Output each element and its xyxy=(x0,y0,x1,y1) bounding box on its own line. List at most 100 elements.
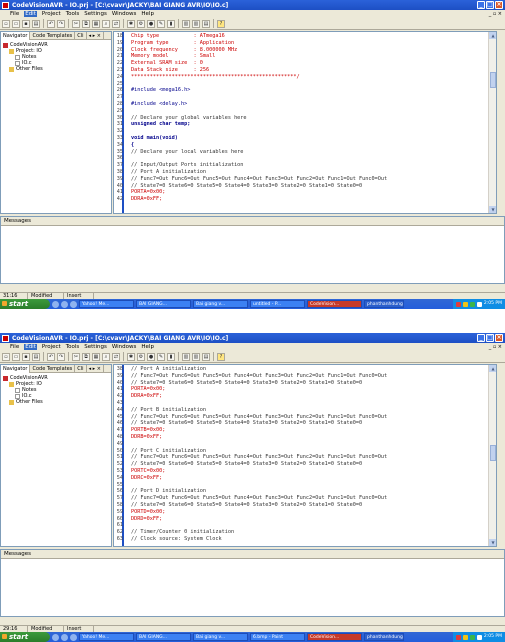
save-icon[interactable]: ▪ xyxy=(22,352,30,361)
find-icon[interactable]: ⌕ xyxy=(102,352,110,361)
code-wizard-icon[interactable]: ▮ xyxy=(167,352,175,361)
new-file-icon[interactable]: ▫ xyxy=(2,19,10,28)
task-yahoo[interactable]: Yahoo! Me... xyxy=(79,300,134,308)
code-text[interactable] xyxy=(124,400,131,407)
help-icon[interactable]: ? xyxy=(217,19,225,28)
task-doc[interactable]: Bai giang v... xyxy=(193,633,248,641)
code-text[interactable]: // Declare your local variables here xyxy=(124,149,243,156)
task-codevision[interactable]: CodeVision... xyxy=(307,300,362,308)
redo-icon[interactable]: ↷ xyxy=(57,19,65,28)
code-line[interactable]: 51// Func7=Out Func6=Out Func5=Out Func4… xyxy=(114,454,488,461)
code-line[interactable]: 33 void main(void) xyxy=(114,135,488,142)
code-wizard-icon[interactable]: ▮ xyxy=(167,19,175,28)
code-line[interactable]: 19 Program type : Application xyxy=(114,40,488,47)
compile-icon[interactable]: ✱ xyxy=(127,352,135,361)
task-codevision[interactable]: CodeVision... xyxy=(307,633,362,641)
code-text[interactable]: // Port A initialization xyxy=(124,169,206,176)
code-line[interactable]: 26 #include <mega16.h> xyxy=(114,87,488,94)
menu-file[interactable]: File xyxy=(10,11,19,17)
tab-clipboard[interactable]: Cli xyxy=(75,364,87,373)
code-line[interactable]: 60 DDRD=0xFF; xyxy=(114,516,488,523)
code-line[interactable]: 38// Port A initialization xyxy=(114,169,488,176)
code-line[interactable]: 50// Port C initialization xyxy=(114,448,488,455)
code-line[interactable]: 40// State7=0 State6=0 State5=0 State4=0… xyxy=(114,380,488,387)
code-line[interactable]: 47 PORTB=0x00; xyxy=(114,427,488,434)
code-text[interactable]: DDRA=0xFF; xyxy=(124,393,162,400)
tree-item-other-files[interactable]: Other Files xyxy=(3,399,109,405)
code-text[interactable]: // Clock source: System Clock xyxy=(124,536,222,543)
undo-icon[interactable]: ↶ xyxy=(47,352,55,361)
code-editor[interactable]: 18 Chip type : ATmega16 19 Program type : A… xyxy=(113,31,497,214)
close-button[interactable]: × xyxy=(495,334,503,342)
code-text[interactable]: ****************************************… xyxy=(124,74,300,81)
code-text[interactable] xyxy=(124,441,131,448)
code-text[interactable]: // Input/Output Ports initialization xyxy=(124,162,243,169)
task-user[interactable]: phanthanhdung xyxy=(364,300,404,308)
code-text[interactable]: // Func7=Out Func6=Out Func5=Out Func4=O… xyxy=(124,495,387,502)
code-text[interactable] xyxy=(124,155,131,162)
code-line[interactable]: 35// Declare your local variables here xyxy=(114,149,488,156)
code-line[interactable]: 49 xyxy=(114,441,488,448)
chip-programmer-icon[interactable]: ● xyxy=(147,19,155,28)
code-line[interactable]: 39// Func7=Out Func6=Out Func5=Out Func4… xyxy=(114,176,488,183)
redo-icon[interactable]: ↷ xyxy=(57,352,65,361)
minimize-button[interactable]: _ xyxy=(477,1,485,9)
menu-help[interactable]: Help xyxy=(141,344,154,350)
copy-icon[interactable]: ⧉ xyxy=(82,19,90,28)
copy-icon[interactable]: ⧉ xyxy=(82,352,90,361)
code-text[interactable]: #include <mega16.h> xyxy=(124,87,190,94)
menu-project[interactable]: Project xyxy=(42,344,61,350)
volume-icon[interactable] xyxy=(476,301,482,307)
code-text[interactable]: PORTB=0x00; xyxy=(124,427,165,434)
new-file-icon[interactable]: ▫ xyxy=(2,352,10,361)
code-text[interactable] xyxy=(124,81,131,88)
scroll-down-icon[interactable]: ▼ xyxy=(489,206,496,213)
media-icon[interactable] xyxy=(70,633,77,641)
vertical-scrollbar[interactable]: ▲ ▼ xyxy=(488,365,496,546)
code-line[interactable]: 42 DDRA=0xFF; xyxy=(114,196,488,203)
debugger-icon[interactable]: ✎ xyxy=(157,352,165,361)
code-text[interactable]: PORTA=0x00; xyxy=(124,386,165,393)
tile-icon[interactable]: ▥ xyxy=(192,19,200,28)
code-text[interactable]: // Declare your global variables here xyxy=(124,115,247,122)
code-line[interactable]: 37// Input/Output Ports initialization xyxy=(114,162,488,169)
code-line[interactable]: 45// Func7=Out Func6=Out Func5=Out Func4… xyxy=(114,414,488,421)
tab-clipboard[interactable]: Cli xyxy=(75,31,87,40)
terminal-icon[interactable]: ▥ xyxy=(182,352,190,361)
code-text[interactable]: Data Stack size : 256 xyxy=(124,67,209,74)
print-icon[interactable]: ▤ xyxy=(32,352,40,361)
code-line[interactable]: 32 xyxy=(114,128,488,135)
code-text[interactable]: // State7=0 State6=0 State5=0 State4=0 S… xyxy=(124,502,362,509)
code-text[interactable]: PORTA=0x00; xyxy=(124,189,165,196)
scroll-up-icon[interactable]: ▲ xyxy=(489,365,496,372)
start-button[interactable]: start xyxy=(0,632,50,642)
tray-icon[interactable] xyxy=(462,301,468,307)
tray-icon[interactable] xyxy=(469,301,475,307)
task-doc[interactable]: Bai giang v... xyxy=(193,300,248,308)
undo-icon[interactable]: ↶ xyxy=(47,19,55,28)
code-text[interactable]: PORTC=0x00; xyxy=(124,468,165,475)
mdi-controls[interactable]: _ ▫ × xyxy=(489,344,502,350)
code-text[interactable]: // Port B initialization xyxy=(124,407,206,414)
open-file-icon[interactable]: ▭ xyxy=(12,352,20,361)
code-line[interactable]: 52// State7=0 State6=0 State5=0 State4=0… xyxy=(114,461,488,468)
code-line[interactable]: 29 xyxy=(114,108,488,115)
menu-help[interactable]: Help xyxy=(141,11,154,17)
tray-icon[interactable] xyxy=(469,634,475,640)
code-text[interactable]: // State7=0 State6=0 State5=0 State4=0 S… xyxy=(124,380,362,387)
tab-scroll-arrows[interactable]: ◂ ▸ × xyxy=(87,364,104,373)
code-line[interactable]: 41 PORTA=0x00; xyxy=(114,189,488,196)
code-text[interactable]: { xyxy=(124,142,134,149)
paste-icon[interactable]: ▦ xyxy=(92,352,100,361)
task-yahoo[interactable]: Yahoo! Me... xyxy=(79,633,134,641)
menu-settings[interactable]: Settings xyxy=(84,11,107,17)
code-line[interactable]: 36 xyxy=(114,155,488,162)
cascade-icon[interactable]: ▤ xyxy=(202,352,210,361)
code-line[interactable]: 30// Declare your global variables here xyxy=(114,115,488,122)
code-line[interactable]: 54 DDRC=0xFF; xyxy=(114,475,488,482)
code-line[interactable]: 38// Port A initialization xyxy=(114,366,488,373)
debugger-icon[interactable]: ✎ xyxy=(157,19,165,28)
terminal-icon[interactable]: ▥ xyxy=(182,19,190,28)
tab-code-templates[interactable]: Code Templates xyxy=(30,31,76,40)
code-line[interactable]: 48 DDRB=0xFF; xyxy=(114,434,488,441)
